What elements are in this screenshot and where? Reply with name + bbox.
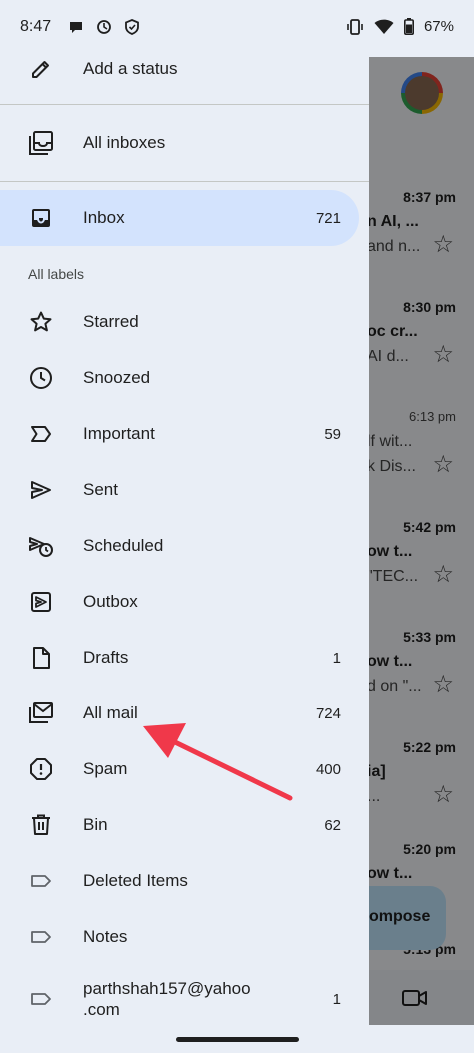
sidebar-item-inbox[interactable]: Inbox 721 xyxy=(0,190,359,246)
inbox-count: 721 xyxy=(315,209,341,227)
yahoo-label-line2: .com xyxy=(83,1000,120,1019)
label-icon xyxy=(28,924,54,950)
outbox-icon xyxy=(28,589,54,615)
sent-label: Sent xyxy=(83,480,118,499)
battery-percent: 67% xyxy=(423,18,454,35)
spam-icon xyxy=(28,756,54,782)
status-time: 8:47 xyxy=(20,18,52,35)
sidebar-item-snoozed[interactable]: Snoozed xyxy=(0,350,369,406)
sidebar-item-yahoo[interactable]: parthshah157@yahoo .com 1 xyxy=(0,970,369,1025)
drafts-label: Drafts xyxy=(83,648,129,667)
navigation-drawer: Add a status All inboxes Inbox 721 All l… xyxy=(0,57,369,1025)
divider xyxy=(0,104,369,105)
trash-icon xyxy=(28,812,54,838)
clock-icon xyxy=(28,365,54,391)
scheduled-icon xyxy=(28,533,54,559)
bin-count: 62 xyxy=(324,816,341,834)
sidebar-item-spam[interactable]: Spam 400 xyxy=(0,741,369,797)
snoozed-label: Snoozed xyxy=(83,368,151,387)
status-bar: 8:47 67% xyxy=(0,0,474,57)
all-inboxes-icon xyxy=(28,130,54,156)
wifi-icon xyxy=(374,19,394,34)
spam-count: 400 xyxy=(315,760,341,778)
all-inboxes-item[interactable]: All inboxes xyxy=(0,115,369,171)
sidebar-item-outbox[interactable]: Outbox xyxy=(0,574,369,630)
sidebar-item-sent[interactable]: Sent xyxy=(0,462,369,518)
divider xyxy=(0,181,369,182)
send-icon xyxy=(28,477,54,503)
star-icon xyxy=(28,309,54,335)
sidebar-item-notes[interactable]: Notes xyxy=(0,909,369,965)
gesture-handle[interactable] xyxy=(176,1037,299,1042)
shield-icon xyxy=(125,19,139,35)
chat-bubble-icon xyxy=(70,22,82,33)
outbox-label: Outbox xyxy=(83,592,138,611)
label-icon xyxy=(28,986,54,1012)
important-label: Important xyxy=(83,424,155,443)
pencil-icon xyxy=(28,57,54,82)
sidebar-item-deleted-items[interactable]: Deleted Items xyxy=(0,853,369,909)
add-status-label: Add a status xyxy=(83,59,178,78)
sidebar-item-important[interactable]: Important 59 xyxy=(0,406,369,462)
starred-label: Starred xyxy=(83,312,139,331)
deleted-items-label: Deleted Items xyxy=(83,871,188,890)
all-mail-count: 724 xyxy=(315,704,341,722)
section-label: All labels xyxy=(28,266,85,282)
sidebar-item-all-mail[interactable]: All mail 724 xyxy=(0,685,369,741)
spam-label: Spam xyxy=(83,759,128,778)
drafts-count: 1 xyxy=(332,649,341,667)
battery-icon xyxy=(403,18,414,35)
all-mail-label: All mail xyxy=(83,703,138,722)
sidebar-item-scheduled[interactable]: Scheduled xyxy=(0,518,369,574)
important-count: 59 xyxy=(324,425,341,443)
sidebar-item-drafts[interactable]: Drafts 1 xyxy=(0,630,369,686)
label-icon xyxy=(28,868,54,894)
inbox-icon xyxy=(28,205,54,231)
important-icon xyxy=(28,421,54,447)
sync-icon xyxy=(97,20,111,34)
yahoo-label-line1: parthshah157@yahoo xyxy=(83,979,251,998)
sidebar-item-starred[interactable]: Starred xyxy=(0,294,369,350)
bin-label: Bin xyxy=(83,815,108,834)
notes-label: Notes xyxy=(83,927,128,946)
vibrate-icon xyxy=(347,18,363,35)
inbox-label: Inbox xyxy=(83,208,125,227)
add-status-item[interactable]: Add a status xyxy=(0,57,369,97)
scheduled-label: Scheduled xyxy=(83,536,164,555)
drawer-scrim[interactable] xyxy=(369,57,474,1025)
all-inboxes-label: All inboxes xyxy=(83,133,166,152)
all-mail-icon xyxy=(28,700,54,726)
draft-icon xyxy=(28,645,54,671)
sidebar-item-bin[interactable]: Bin 62 xyxy=(0,797,369,853)
yahoo-count: 1 xyxy=(332,990,341,1008)
